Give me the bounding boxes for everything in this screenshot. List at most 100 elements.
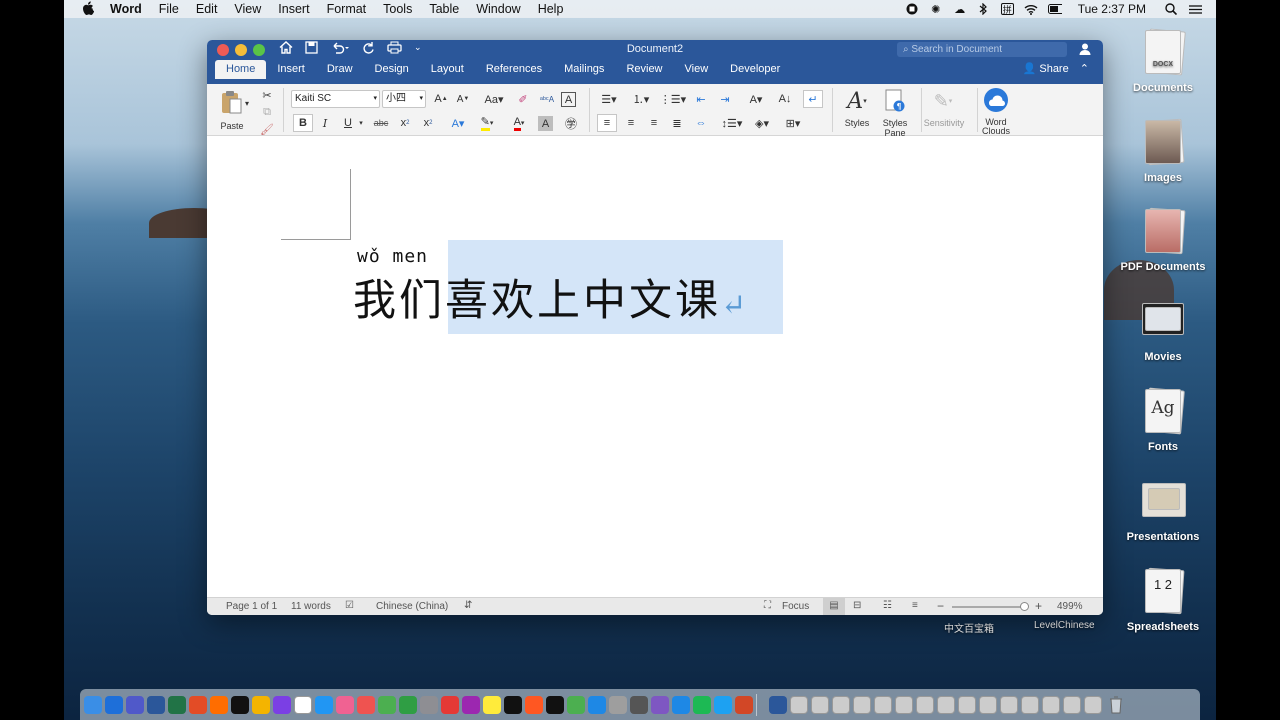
dock-app-icon[interactable] — [420, 695, 438, 714]
pinyin-annotation[interactable]: wǒ men — [357, 246, 428, 267]
desktop-item-spreadsheets[interactable]: 1 2 Spreadsheets — [1108, 567, 1218, 633]
settings-icon[interactable]: ✺ — [929, 3, 943, 16]
dock-app-icon[interactable] — [832, 695, 850, 714]
dock-app-icon[interactable] — [588, 695, 606, 714]
zoom-out-icon[interactable]: − — [937, 599, 944, 613]
dock-app-icon[interactable] — [147, 695, 165, 714]
dock-app-icon[interactable] — [525, 695, 543, 714]
tab-insert[interactable]: Insert — [266, 60, 316, 79]
dock-app-icon[interactable] — [609, 695, 627, 714]
menu-window[interactable]: Window — [476, 2, 520, 16]
desktop-item-documents[interactable]: DOCX Documents — [1108, 28, 1218, 94]
language-status[interactable]: Chinese (China) — [376, 601, 448, 612]
zoom-level[interactable]: 499% — [1057, 601, 1083, 612]
menu-format[interactable]: Format — [327, 2, 367, 16]
menu-edit[interactable]: Edit — [196, 2, 218, 16]
dock-app-icon[interactable] — [1063, 695, 1081, 714]
desktop-item-presentations[interactable]: Presentations — [1108, 477, 1218, 543]
tab-references[interactable]: References — [475, 60, 553, 79]
styles-pane-button[interactable]: ¶ — [882, 88, 908, 114]
tab-view[interactable]: View — [674, 60, 720, 79]
dock-app-icon[interactable] — [189, 695, 207, 714]
line-spacing-icon[interactable]: ↕☰▾ — [719, 114, 745, 132]
dock-app-icon[interactable] — [853, 695, 871, 714]
dock-app-icon[interactable] — [769, 695, 787, 714]
focus-mode-icon[interactable]: ⛶ — [764, 600, 771, 611]
asian-layout-icon[interactable]: A▾ — [743, 90, 769, 108]
zoom-slider-thumb[interactable] — [1020, 602, 1030, 611]
enclose-characters-icon[interactable]: ㊫ — [561, 114, 581, 132]
outline-view-icon[interactable]: ☷ — [883, 600, 892, 611]
tab-developer[interactable]: Developer — [719, 60, 791, 79]
highlight-color-icon[interactable]: ✎ ▾ — [473, 114, 501, 132]
bold-button[interactable]: B — [293, 114, 313, 132]
font-color-icon[interactable]: A ▾ — [505, 114, 533, 132]
strikethrough-button[interactable]: abc — [369, 114, 393, 132]
desktop-item-movies[interactable]: Movies — [1108, 297, 1218, 363]
dock-app-icon[interactable] — [567, 695, 585, 714]
bullets-icon[interactable]: ☰▾ — [595, 90, 623, 108]
dock-app-icon[interactable] — [336, 695, 354, 714]
dock-app-icon[interactable] — [105, 695, 123, 714]
proofing-status-icon[interactable]: ☑ — [345, 600, 354, 611]
text-effects-icon[interactable]: A▾ — [445, 114, 471, 132]
dock-app-icon[interactable] — [462, 695, 480, 714]
dock-app-icon[interactable] — [294, 695, 312, 714]
align-center-icon[interactable]: ≡ — [621, 114, 641, 132]
dock-app-icon[interactable] — [651, 695, 669, 714]
sort-icon[interactable]: A↓ — [775, 90, 795, 108]
tab-home[interactable]: Home — [215, 60, 267, 79]
character-shading-icon[interactable]: A — [538, 116, 553, 131]
spotlight-search-icon[interactable] — [1164, 3, 1178, 15]
selected-text[interactable]: 喜欢上中文课 — [445, 276, 721, 326]
subscript-icon[interactable]: x2 — [395, 114, 415, 132]
menu-tools[interactable]: Tools — [383, 2, 412, 16]
decrease-font-size-icon[interactable]: A ▼ — [453, 90, 473, 108]
justify-icon[interactable]: ≣ — [667, 114, 687, 132]
dock-app-icon[interactable] — [210, 695, 228, 714]
desktop-folder-label-zhongwen[interactable]: 中文百宝箱 — [944, 620, 994, 635]
bluetooth-icon[interactable] — [977, 3, 991, 15]
decrease-indent-icon[interactable]: ⇤ — [691, 90, 711, 108]
paste-options-chevron-icon[interactable]: ▾ — [242, 94, 252, 112]
menubar-clock[interactable]: Tue 2:37 PM — [1078, 2, 1146, 16]
dock-app-icon[interactable] — [1000, 695, 1018, 714]
menu-file[interactable]: File — [159, 2, 179, 16]
dock-app-icon[interactable] — [231, 695, 249, 714]
track-changes-icon[interactable]: ⇵ — [464, 600, 472, 611]
menu-help[interactable]: Help — [538, 2, 564, 16]
web-layout-view-icon[interactable]: ⊟ — [853, 600, 861, 611]
page-count-status[interactable]: Page 1 of 1 — [226, 601, 277, 612]
increase-font-size-icon[interactable]: A ▲ — [431, 90, 451, 108]
dock-app-icon[interactable] — [168, 695, 186, 714]
dock-app-icon[interactable] — [504, 695, 522, 714]
menu-app-word[interactable]: Word — [110, 2, 142, 16]
share-button[interactable]: 👤 Share ⌃ — [1023, 62, 1089, 75]
borders-icon[interactable]: ⊞▾ — [779, 114, 807, 132]
underline-options-chevron-icon[interactable]: ▾ — [356, 114, 366, 132]
sensitivity-button[interactable]: ✎ ▾ — [929, 88, 957, 114]
battery-icon[interactable] — [1047, 3, 1062, 15]
font-size-select[interactable]: 小四 ▾ — [382, 90, 426, 108]
print-layout-view-icon[interactable]: ▤ — [823, 598, 845, 615]
wifi-icon[interactable] — [1024, 3, 1038, 15]
tab-review[interactable]: Review — [615, 60, 673, 79]
superscript-icon[interactable]: x2 — [418, 114, 438, 132]
phonetic-guide-icon[interactable]: ᵃᵇᶜA — [537, 90, 557, 108]
document-paragraph[interactable]: 我们喜欢上中文课↵ — [353, 266, 746, 328]
clear-formatting-icon[interactable]: ✐ — [513, 90, 533, 108]
profile-icon[interactable] — [1079, 42, 1093, 56]
tab-design[interactable]: Design — [364, 60, 420, 79]
apple-menu-icon[interactable] — [80, 0, 96, 18]
underline-button[interactable]: U — [338, 114, 358, 132]
desktop-item-fonts[interactable]: Ag Fonts — [1108, 387, 1218, 453]
show-formatting-marks-icon[interactable]: ↵ — [803, 90, 823, 108]
dock-app-icon[interactable] — [84, 695, 102, 714]
dock-app-icon[interactable] — [252, 695, 270, 714]
menu-insert[interactable]: Insert — [278, 2, 309, 16]
zoom-in-icon[interactable]: + — [1035, 599, 1042, 613]
collapse-ribbon-icon[interactable]: ⌃ — [1080, 63, 1089, 75]
dock-app-icon[interactable] — [1042, 695, 1060, 714]
dock-app-icon[interactable] — [916, 695, 934, 714]
zoom-slider[interactable] — [952, 602, 1030, 611]
